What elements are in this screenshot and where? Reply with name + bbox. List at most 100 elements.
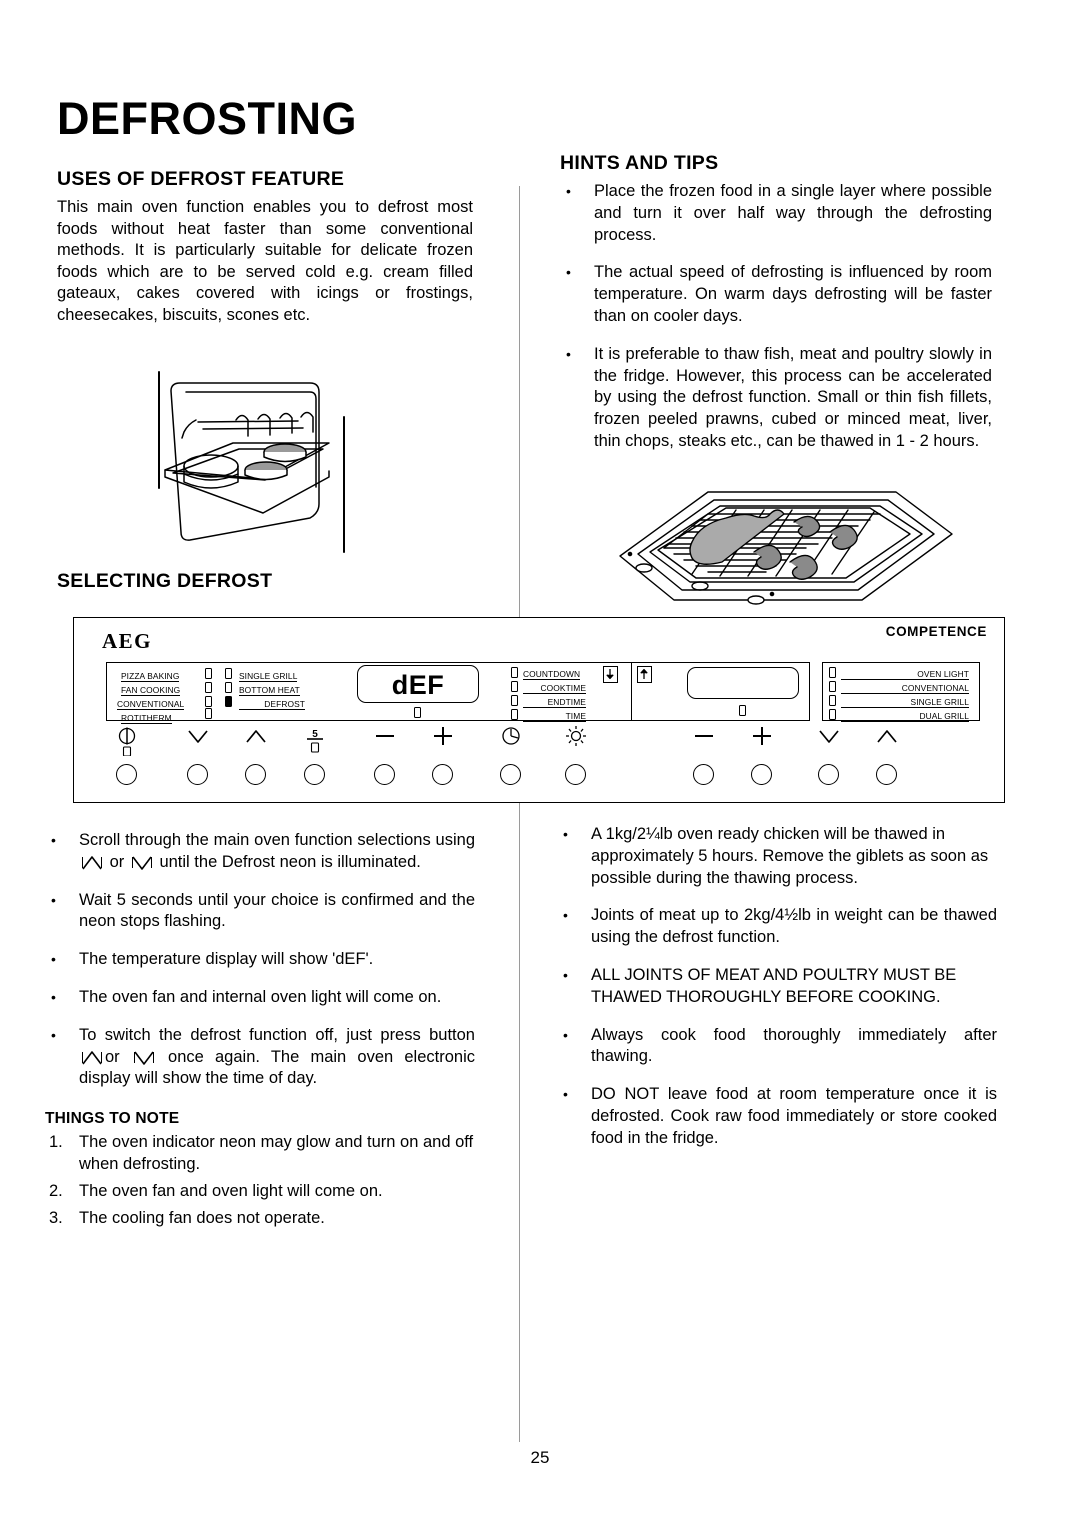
document-page: DEFROSTING USES OF DEFROST FEATURE This … [0, 0, 1080, 1528]
list-item: To switch the defrost function off, just… [45, 1025, 475, 1090]
selecting-bullet-list: Scroll through the main oven function se… [45, 830, 475, 1090]
function-label-pizza-baking: PIZZA BAKING [121, 671, 180, 682]
arrow-down-icon [603, 666, 618, 683]
function-up-button[interactable] [245, 764, 266, 785]
chevron-up-icon [239, 726, 273, 756]
uses-heading: USES OF DEFROST FEATURE [57, 168, 345, 190]
hints-and-tips-section: HINTS AND TIPS Place the frozen food in … [560, 152, 992, 453]
second-minus-button[interactable] [693, 764, 714, 785]
timer-label-countdown: COUNTDOWN [523, 669, 581, 680]
chevron-down-icon [181, 726, 215, 756]
second-plus-button[interactable] [751, 764, 772, 785]
list-item: Always cook food thoroughly immediately … [557, 1025, 997, 1069]
button-row [74, 764, 1004, 796]
list-text: The oven fan and oven light will come on… [79, 1181, 383, 1200]
uses-paragraph: This main oven function enables you to d… [57, 198, 473, 324]
grill-label-single-grill: SINGLE GRILL [841, 697, 969, 708]
minus-icon-second-oven [687, 726, 721, 756]
neon-countdown [511, 667, 518, 678]
list-item: The actual speed of defrosting is influe… [560, 262, 992, 327]
list-item: ALL JOINTS OF MEAT AND POULTRY MUST BE T… [557, 965, 997, 1009]
neon-pizza-baking [205, 668, 212, 679]
function-label-defrost: DEFROST [239, 699, 305, 710]
things-to-note-heading: THINGS TO NOTE [45, 1110, 180, 1128]
neon-dual-grill [829, 709, 836, 720]
grill-label-oven-light: OVEN LIGHT [841, 669, 969, 680]
chevron-down-icon-inline [129, 856, 155, 870]
list-item: Joints of meat up to 2kg/4½lb in weight … [557, 905, 997, 949]
neon-second-display [739, 705, 746, 716]
power-icon [110, 726, 144, 757]
function-label-single-grill: SINGLE GRILL [239, 671, 298, 682]
list-item: 1. The oven indicator neon may glow and t… [45, 1132, 475, 1176]
function-label-fan-cooking: FAN COOKING [121, 685, 181, 696]
chevron-up-icon-second-oven [870, 726, 904, 756]
things-to-note-list: 1. The oven indicator neon may glow and t… [45, 1132, 475, 1229]
neon-bottom-heat [225, 682, 232, 693]
oven-light-button[interactable] [565, 764, 586, 785]
bullet-text-b: until the Defrost neon is illuminated. [159, 852, 421, 871]
page-title: DEFROSTING [57, 93, 358, 144]
column-divider [519, 186, 520, 1442]
timer-label-cooktime: COOKTIME [523, 683, 586, 694]
neon-conventional-2 [829, 681, 836, 692]
neon-oven-light [829, 667, 836, 678]
list-item: Scroll through the main oven function se… [45, 830, 475, 874]
function-indicator-box: PIZZA BAKING FAN COOKING CONVENTIONAL RO… [106, 662, 810, 724]
neon-cooktime [511, 681, 518, 692]
selecting-defrost-heading: SELECTING DEFROST [57, 570, 273, 592]
neon-single-grill [225, 668, 232, 679]
light-icon [559, 726, 593, 756]
defrost-guidance-list: A 1kg/2¼lb oven ready chicken will be th… [557, 824, 997, 1150]
right-bullet-list: A 1kg/2¼lb oven ready chicken will be th… [557, 824, 997, 1150]
list-text: The cooling fan does not operate. [79, 1208, 325, 1227]
list-item: Wait 5 seconds until your choice is conf… [45, 890, 475, 934]
second-oven-display [687, 667, 799, 699]
temperature-display: dEF [357, 665, 479, 703]
competence-range-label: COMPETENCE [885, 624, 987, 639]
second-down-button[interactable] [818, 764, 839, 785]
plus-icon [426, 726, 460, 756]
panel-inner-separator [631, 663, 633, 720]
list-item: The oven fan and internal oven light wil… [45, 987, 475, 1009]
hints-heading: HINTS AND TIPS [560, 152, 719, 174]
plus-button[interactable] [432, 764, 453, 785]
list-number: 1. [49, 1133, 63, 1152]
neon-endtime [511, 695, 518, 706]
power-button[interactable] [116, 764, 137, 785]
aeg-brand-logo: AEG [102, 629, 153, 653]
list-text: The oven indicator neon may glow and tur… [79, 1133, 474, 1173]
chevron-up-icon-inline [79, 855, 105, 870]
function-down-button[interactable] [187, 764, 208, 785]
list-number: 3. [49, 1208, 63, 1227]
timer-label-time: TIME [523, 711, 586, 722]
selecting-defrost-steps: Scroll through the main oven function se… [45, 830, 475, 1234]
chevron-up-icon-inline [79, 1050, 105, 1065]
chevron-down-icon-second-oven [812, 726, 846, 756]
bullet-text-a: Scroll through the main oven function se… [79, 831, 475, 849]
meat-probe-button[interactable] [304, 764, 325, 785]
minus-icon [368, 726, 402, 756]
minus-button[interactable] [374, 764, 395, 785]
bullet-text-or: or [109, 852, 125, 871]
second-up-button[interactable] [876, 764, 897, 785]
grill-function-indicator-box: OVEN LIGHT CONVENTIONAL SINGLE GRILL DUA… [822, 662, 980, 722]
oven-shelf-illustration [118, 360, 418, 560]
meat-probe-icon: 5 [298, 726, 332, 756]
grill-pan-illustration [596, 482, 976, 610]
neon-time [511, 709, 518, 720]
neon-fan-cooking [205, 682, 212, 693]
neon-rotitherm [205, 708, 212, 719]
plus-icon-second-oven [745, 726, 779, 756]
list-item: A 1kg/2¼lb oven ready chicken will be th… [557, 824, 997, 889]
neon-single-grill-2 [829, 695, 836, 706]
list-number: 2. [49, 1181, 63, 1200]
list-item: It is preferable to thaw fish, meat and … [560, 344, 992, 453]
list-item: Place the frozen food in a single layer … [560, 181, 992, 246]
chevron-down-icon-inline [131, 1051, 157, 1065]
clock-button[interactable] [500, 764, 521, 785]
button-symbol-row: 5 [74, 726, 1004, 760]
grill-label-dual-grill: DUAL GRILL [841, 711, 969, 722]
list-item: 2. The oven fan and oven light will come … [45, 1181, 475, 1203]
function-label-conventional: CONVENTIONAL [117, 699, 185, 710]
